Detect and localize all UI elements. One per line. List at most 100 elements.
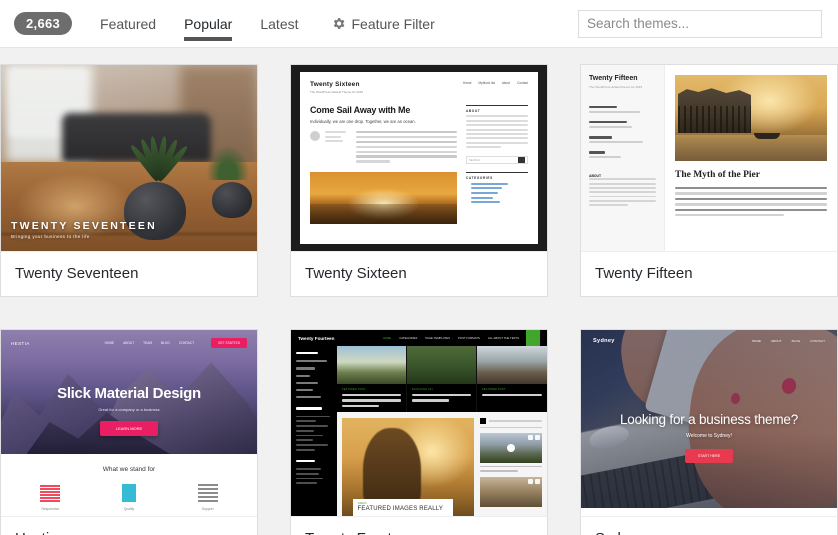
theme-screenshot-hestia: HESTIA HOME ABOUT TEAM BLOG CONTACT GET … [1, 330, 257, 516]
preview-nav-item: HOME [104, 341, 115, 345]
preview-feature-label: Quality [123, 507, 135, 511]
preview-featured-image [407, 346, 476, 384]
theme-card-twenty-sixteen[interactable]: Twenty Sixteen The WordPress Default The… [290, 64, 548, 297]
preview-featured-row: FEATURED POST BLOGGING 101 FEATURED POST [337, 346, 547, 412]
preview-sidebar: Twenty Fifteen The WordPress default the… [581, 65, 665, 251]
preview-nav-item: ABOUT [770, 339, 782, 343]
preview-sidebar: ABOUT SEARCH CATEGORIES [466, 105, 528, 224]
preview-nav-item: TEAM [143, 341, 152, 345]
preview-archives [296, 459, 332, 485]
preview-nav-item: Contact [517, 81, 528, 85]
preview-widget-text [480, 465, 542, 472]
preview-nav-links: HOME ABOUT TEAM BLOG CONTACT GET STARTED [105, 338, 247, 348]
preview-nav-item: HOME [751, 339, 761, 343]
preview-nav-item: CONTACT [810, 339, 825, 343]
preview-post-meta [310, 131, 457, 165]
preview-paragraph [356, 131, 457, 165]
preview-headline: Slick Material Design [57, 384, 201, 402]
preview-nav: Sydney HOME ABOUT BLOG CONTACT [593, 338, 825, 344]
preview-hero-text: Looking for a business theme? Welcome to… [581, 412, 837, 463]
preview-section-title: What we stand for [102, 466, 156, 473]
preview-headline: The Myth of the Pier [675, 170, 760, 180]
preview-main-column: Come Sail Away with Me Individually, we … [310, 105, 457, 225]
play-icon [507, 444, 515, 452]
quality-icon [118, 484, 139, 502]
preview-widget-icons [528, 435, 540, 440]
preview-feature-label: Responsive [41, 507, 60, 511]
preview-subhead: Great for a company or a business [98, 406, 160, 412]
theme-card-hestia[interactable]: HESTIA HOME ABOUT TEAM BLOG CONTACT GET … [0, 329, 258, 535]
preview-nav-button: GET STARTED [211, 338, 247, 348]
preview-brand-title: TWENTY SEVENTEEN [11, 220, 157, 232]
gear-icon [331, 16, 346, 31]
preview-widget-image [480, 476, 542, 507]
feature-filter-button[interactable]: Feature Filter [319, 16, 447, 32]
decor-accent-block [526, 330, 540, 346]
preview-logo: Sydney [593, 338, 615, 344]
theme-title: Sydney [581, 516, 837, 535]
themes-grid: TWENTY SEVENTEEN Bringing your business … [0, 48, 838, 535]
tab-featured[interactable]: Featured [86, 0, 170, 47]
preview-header: Twenty Fourteen HOME CATEGORIES PAGE TEM… [291, 330, 547, 346]
preview-nav-item: ABOUT [123, 341, 135, 345]
preview-hero-caption: VIDEOS FEATURED IMAGES REALLY [352, 499, 453, 516]
preview-nav-item: ALL ABOUT THE TESTS [487, 336, 519, 340]
theme-card-twenty-seventeen[interactable]: TWENTY SEVENTEEN Bringing your business … [0, 64, 258, 297]
preview-featured-caption: FEATURED POST [477, 384, 547, 412]
preview-site-title: Twenty Sixteen [310, 81, 360, 88]
preview-featured-caption: FEATURED POST [337, 384, 406, 412]
preview-meta-lines [325, 131, 351, 165]
preview-widget-header [480, 418, 542, 428]
preview-subhead: Individually, we are one drop. Together,… [310, 119, 416, 124]
preview-sidebar-text [466, 115, 528, 149]
responsive-icon [40, 484, 61, 502]
preview-site-tagline: The WordPress Default Theme for 2016 [310, 90, 364, 94]
preview-featured-caption: BLOGGING 101 [407, 384, 476, 412]
theme-screenshot-twenty-seventeen: TWENTY SEVENTEEN Bringing your business … [1, 65, 257, 251]
preview-body: FEATURED POST BLOGGING 101 FEATURED POST… [291, 346, 547, 516]
theme-screenshot-sydney: Sydney HOME ABOUT BLOG CONTACT Looking f… [581, 330, 837, 516]
theme-title: Twenty Fourteen [291, 516, 547, 535]
theme-card-twenty-fourteen[interactable]: Twenty Fourteen HOME CATEGORIES PAGE TEM… [290, 329, 548, 535]
theme-title: Twenty Seventeen [1, 251, 257, 296]
preview-search-label: SEARCH [469, 158, 480, 162]
decor-boat [754, 132, 781, 139]
preview-brand-tagline: Bringing your business to the life [11, 234, 90, 239]
preview-hero: HESTIA HOME ABOUT TEAM BLOG CONTACT GET … [1, 330, 257, 454]
preview-featured-image [337, 346, 406, 384]
theme-card-twenty-fifteen[interactable]: Twenty Fifteen The WordPress default the… [580, 64, 838, 297]
themes-toolbar: 2,663 Featured Popular Latest Feature Fi… [0, 0, 838, 48]
decor-sea [675, 135, 827, 161]
preview-site-title: Twenty Fourteen [298, 335, 335, 341]
tab-latest[interactable]: Latest [246, 0, 312, 47]
preview-hero-title: FEATURED IMAGES REALLY [357, 506, 444, 512]
preview-pier-photo [675, 75, 827, 161]
preview-site-title: Twenty Fifteen [589, 75, 638, 82]
preview-feature-columns: Responsive Quality Support [11, 484, 247, 511]
tab-popular[interactable]: Popular [170, 0, 246, 47]
preview-main-column: The Myth of the Pier [665, 65, 837, 251]
preview-hero-text: Slick Material Design Great for a compan… [1, 385, 257, 436]
search-container [578, 9, 822, 38]
preview-header: Twenty Sixteen The WordPress Default The… [310, 81, 528, 94]
preview-kicker: VIDEOS [357, 502, 367, 505]
theme-card-sydney[interactable]: Sydney HOME ABOUT BLOG CONTACT Looking f… [580, 329, 838, 535]
preview-paragraph [675, 187, 827, 217]
theme-screenshot-twenty-fourteen: Twenty Fourteen HOME CATEGORIES PAGE TEM… [291, 330, 547, 516]
preview-categories-heading: CATEGORIES [466, 172, 528, 180]
support-icon [197, 484, 218, 502]
theme-title: Hestia [1, 516, 257, 535]
preview-sidebar [291, 346, 337, 516]
preview-logo: HESTIA [11, 340, 30, 346]
preview-branding: TWENTY SEVENTEEN Bringing your business … [11, 220, 157, 239]
preview-sunset-photo [310, 172, 457, 225]
preview-featured-card: BLOGGING 101 [407, 346, 477, 412]
theme-count-badge: 2,663 [14, 12, 73, 35]
feature-filter-label: Feature Filter [351, 15, 435, 32]
preview-nav-item: Home [463, 81, 472, 85]
search-input[interactable] [578, 9, 822, 38]
theme-filter-tabs: Featured Popular Latest Feature Filter [86, 0, 447, 47]
preview-widget-column [480, 418, 542, 516]
theme-title: Twenty Sixteen [291, 251, 547, 296]
preview-widget-icons [528, 478, 540, 484]
